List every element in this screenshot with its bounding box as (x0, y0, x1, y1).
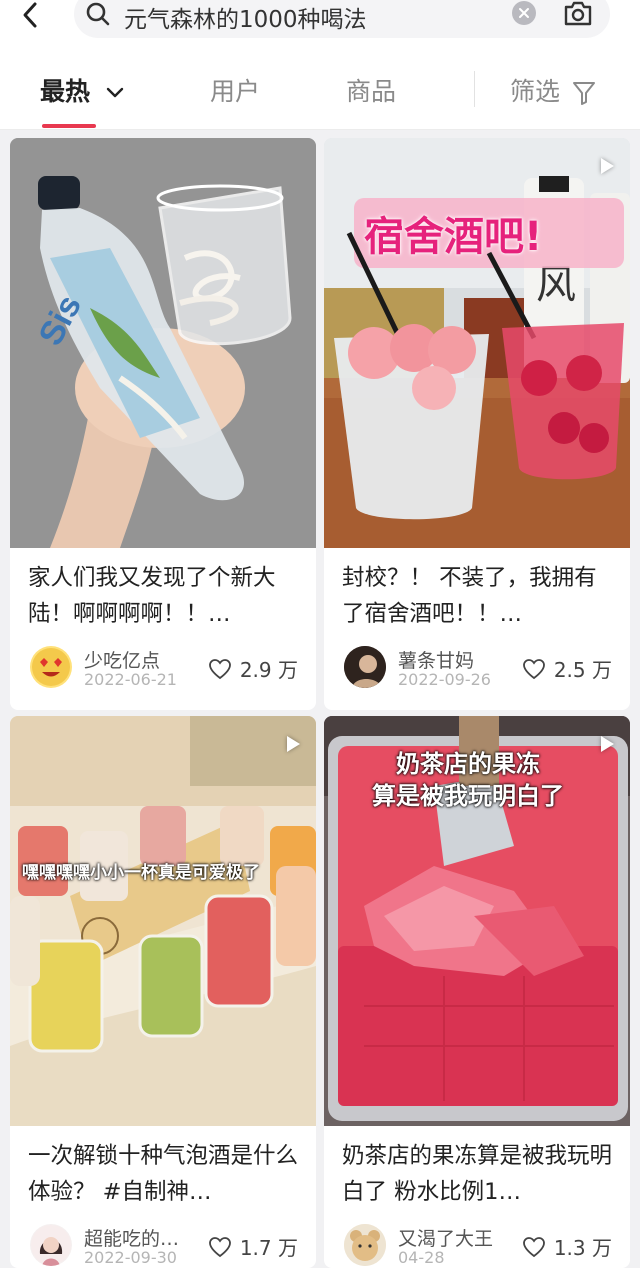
heart-icon (208, 1236, 231, 1257)
note-card[interactable]: 风 宿舍酒吧! 封校？！ 不装了，我拥有了宿舍酒吧！！… 薯条甘妈 2022-0… (324, 138, 630, 710)
note-cover-image[interactable]: 奶茶店的果冻 算是被我玩明白了 (324, 716, 630, 1126)
note-card[interactable]: 奶茶店的果冻 算是被我玩明白了 奶茶店的果冻算是被我玩明白了 粉水比例1… 又渴… (324, 716, 630, 1268)
like-button[interactable]: 2.5 万 (522, 654, 612, 683)
post-date: 2022-09-30 (84, 1248, 177, 1267)
author-name[interactable]: 薯条甘妈 (398, 646, 474, 673)
note-card[interactable]: 嘿嘿嘿嘿小小一杯真是可爱极了 一次解锁十种气泡酒是什么体验？ #自制神… 超能吃… (10, 716, 316, 1268)
active-tab-indicator (42, 124, 96, 128)
heart-icon (208, 658, 231, 679)
tab-filter-label: 筛选 (510, 77, 561, 106)
tab-hottest-label: 最热 (40, 77, 91, 106)
like-count: 2.9 万 (239, 658, 298, 682)
like-button[interactable]: 1.7 万 (208, 1232, 298, 1261)
video-play-icon (287, 736, 300, 752)
back-icon[interactable] (14, 0, 46, 30)
note-cover-image[interactable]: 风 宿舍酒吧! (324, 138, 630, 548)
post-date: 2022-09-26 (398, 670, 491, 689)
author-name[interactable]: 超能吃的… (84, 1224, 179, 1251)
author-name[interactable]: 少吃亿点 (84, 646, 160, 673)
search-input[interactable]: 元气森林的1000种喝法 (74, 0, 610, 38)
video-play-icon (601, 158, 614, 174)
author-name[interactable]: 又渴了大王 (398, 1224, 493, 1251)
cover-overlay-text-line1: 奶茶店的果冻 (396, 750, 540, 778)
like-button[interactable]: 1.3 万 (522, 1232, 612, 1261)
svg-text:风: 风 (536, 262, 576, 308)
cover-overlay-text: 宿舍酒吧! (364, 214, 543, 260)
avatar[interactable] (30, 1224, 72, 1266)
clear-search-icon[interactable] (512, 1, 536, 25)
heart-icon (522, 658, 545, 679)
note-title[interactable]: 家人们我又发现了个新大陆！啊啊啊啊！！… (28, 560, 300, 632)
tab-hottest[interactable]: 最热 (40, 72, 125, 108)
note-title[interactable]: 奶茶店的果冻算是被我玩明白了 粉水比例1… (342, 1138, 614, 1210)
note-card[interactable]: Sis 家人们我又发现了个新大陆！啊啊啊啊！！… 少吃亿点 2022-06-21… (10, 138, 316, 710)
tab-users[interactable]: 用户 (210, 72, 260, 108)
camera-search-icon[interactable] (562, 0, 594, 31)
avatar[interactable] (344, 646, 386, 688)
cover-overlay-text-line2: 算是被我玩明白了 (372, 782, 564, 810)
tab-filter[interactable]: 筛选 (510, 72, 596, 108)
like-count: 1.7 万 (239, 1236, 298, 1260)
post-date: 2022-06-21 (84, 670, 177, 689)
note-cover-image[interactable]: 嘿嘿嘿嘿小小一杯真是可爱极了 (10, 716, 316, 1126)
tab-products[interactable]: 商品 (346, 72, 396, 108)
like-button[interactable]: 2.9 万 (208, 654, 298, 683)
note-title[interactable]: 一次解锁十种气泡酒是什么体验？ #自制神… (28, 1138, 300, 1210)
top-bar: 元气森林的1000种喝法 (0, 0, 640, 44)
cover-overlay-text: 嘿嘿嘿嘿小小一杯真是可爱极了 (22, 863, 260, 883)
heart-icon (522, 1236, 545, 1257)
video-play-icon (601, 736, 614, 752)
post-date: 04-28 (398, 1248, 445, 1267)
note-title[interactable]: 封校？！ 不装了，我拥有了宿舍酒吧！！… (342, 560, 614, 632)
filter-funnel-icon (572, 82, 595, 105)
chevron-down-icon (106, 87, 123, 98)
like-count: 2.5 万 (553, 658, 612, 682)
tab-divider (474, 71, 475, 107)
avatar[interactable] (344, 1224, 386, 1266)
note-cover-image[interactable]: Sis (10, 138, 316, 548)
search-icon (84, 0, 112, 32)
like-count: 1.3 万 (553, 1236, 612, 1260)
filter-tabs: 最热 用户 商品 筛选 (0, 44, 640, 130)
search-query-text: 元气森林的1000种喝法 (124, 7, 367, 33)
avatar[interactable] (30, 646, 72, 688)
